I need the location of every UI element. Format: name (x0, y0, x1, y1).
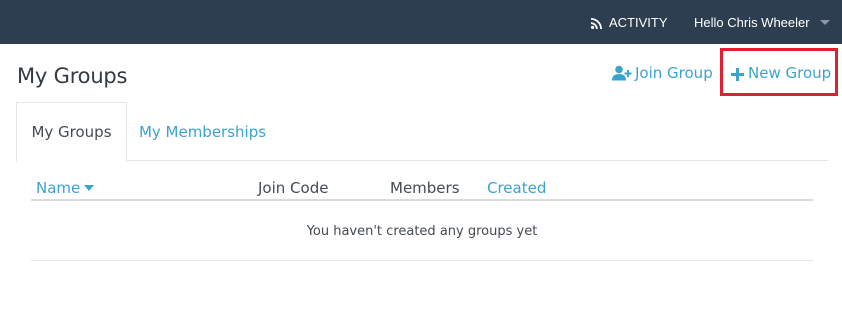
column-header-created[interactable]: Created (487, 178, 546, 198)
column-header-members: Members (390, 179, 460, 197)
user-greeting: Hello Chris Wheeler (694, 14, 810, 30)
plus-icon (731, 67, 744, 81)
empty-state-row: You haven't created any groups yet (31, 203, 813, 261)
sort-desc-icon (84, 185, 95, 191)
new-group-label: New Group (748, 64, 832, 82)
join-group-button[interactable]: Join Group (612, 62, 713, 84)
user-menu[interactable]: Hello Chris Wheeler (694, 13, 830, 31)
tab-my-groups[interactable]: My Groups (16, 102, 127, 162)
column-header-join-code: Join Code (258, 179, 329, 197)
caret-down-icon (819, 20, 830, 25)
tab-bar: My Groups My Memberships (16, 102, 828, 162)
rss-icon (591, 17, 602, 29)
column-header-name[interactable]: Name (36, 178, 95, 198)
empty-state-message: You haven't created any groups yet (306, 224, 538, 239)
activity-link[interactable]: ACTIVITY (591, 13, 668, 31)
new-group-button[interactable]: New Group (731, 62, 831, 84)
tab-label: My Groups (31, 123, 112, 141)
top-navbar: ACTIVITY Hello Chris Wheeler (0, 0, 842, 44)
user-plus-icon (612, 65, 632, 81)
column-header-label: Name (36, 179, 81, 197)
tab-label: My Memberships (138, 122, 267, 141)
join-group-label: Join Group (635, 64, 713, 82)
groups-table-header: Name Join Code Members Created (31, 178, 813, 201)
tab-my-memberships[interactable]: My Memberships (127, 102, 278, 161)
page-title: My Groups (17, 64, 128, 88)
activity-label: ACTIVITY (609, 14, 668, 30)
